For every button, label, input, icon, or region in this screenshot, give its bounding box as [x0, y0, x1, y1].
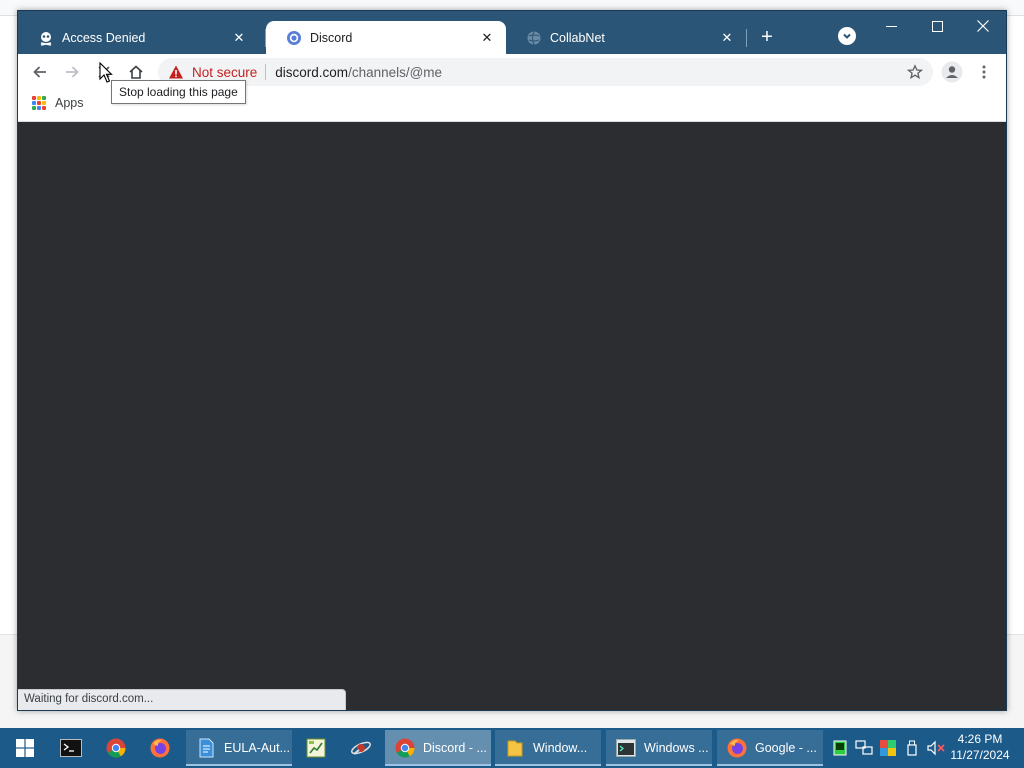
start-button[interactable]	[6, 730, 42, 766]
url-path: /channels/@me	[348, 64, 443, 80]
tab-access-denied[interactable]: Access Denied ✕	[18, 21, 258, 54]
pirate-icon	[38, 30, 54, 46]
url-host: discord.com	[275, 64, 349, 80]
firefox-icon	[150, 738, 170, 758]
tab-separator	[746, 29, 747, 47]
taskbar-item-label: Window...	[533, 741, 588, 755]
chrome-icon	[106, 738, 126, 758]
satellite-icon	[351, 741, 371, 755]
tab-discord[interactable]: Discord ✕	[266, 21, 506, 54]
folder-icon	[505, 738, 525, 758]
profile-button[interactable]	[937, 57, 967, 87]
close-icon	[977, 20, 989, 32]
taskbar-open-indicator	[717, 764, 823, 766]
address-bar[interactable]: Not secure discord.com/channels/@me	[158, 58, 933, 86]
windows-logo-icon	[16, 739, 34, 757]
tray-volume[interactable]	[926, 738, 946, 758]
taskbar-google-firefox[interactable]: Google - ...	[717, 730, 823, 766]
back-button[interactable]	[25, 57, 55, 87]
tray-color-app[interactable]	[878, 738, 898, 758]
taskbar-spreadsheet[interactable]	[296, 730, 336, 766]
omnibox-divider	[265, 64, 267, 80]
maximize-icon	[931, 20, 943, 32]
taskbar-discord-chrome[interactable]: Discord - ...	[385, 730, 491, 766]
document-icon	[196, 738, 216, 758]
windows-taskbar: EULA-Aut... Discord - ... Window... Wind…	[0, 728, 1024, 768]
chevron-down-icon	[843, 33, 851, 39]
browser-window: Access Denied ✕ Discord ✕ CollabNet ✕ +	[17, 10, 1007, 711]
clock-time: 4:26 PM	[957, 732, 1003, 746]
not-secure-label[interactable]: Not secure	[192, 65, 257, 80]
taskbar-open-indicator	[495, 764, 601, 766]
tab-search-button[interactable]	[838, 27, 856, 45]
taskbar-item-label: EULA-Aut...	[224, 741, 290, 755]
network-icon	[855, 740, 873, 755]
apps-shortcut[interactable]: Apps	[32, 96, 84, 110]
taskbar-firefox[interactable]	[140, 730, 180, 766]
volume-muted-icon	[927, 740, 945, 756]
home-icon	[129, 65, 143, 79]
close-icon[interactable]: ✕	[478, 29, 496, 47]
taskbar-terminal[interactable]	[50, 730, 90, 766]
tray-usb[interactable]	[902, 738, 922, 758]
close-window-button[interactable]	[960, 11, 1006, 41]
discord-icon	[286, 30, 302, 46]
taskbar-eula[interactable]: EULA-Aut...	[186, 730, 292, 766]
tab-label: CollabNet	[550, 30, 605, 45]
forward-arrow-icon	[66, 66, 79, 78]
firefox-icon	[727, 738, 747, 758]
taskbar-item-label: Discord - ...	[423, 741, 487, 755]
globe-icon	[526, 30, 542, 46]
tray-network[interactable]	[854, 738, 874, 758]
system-clock[interactable]: 4:26 PM 11/27/2024	[944, 731, 1016, 763]
usb-drive-icon	[907, 740, 917, 756]
clock-date: 11/27/2024	[950, 748, 1010, 762]
status-bubble: Waiting for discord.com...	[18, 689, 346, 710]
back-arrow-icon	[33, 66, 46, 78]
taskbar-chrome[interactable]	[96, 730, 136, 766]
warning-icon	[168, 64, 184, 80]
taskbar-open-indicator	[385, 764, 491, 766]
close-icon[interactable]: ✕	[230, 29, 248, 47]
tab-label: Access Denied	[62, 30, 146, 45]
chrome-icon	[395, 738, 415, 758]
terminal-window-icon	[616, 738, 636, 758]
taskbar-file-explorer[interactable]: Window...	[495, 730, 601, 766]
apps-label: Apps	[55, 96, 84, 110]
tab-label: Discord	[310, 30, 353, 45]
mouse-cursor-icon	[99, 61, 113, 84]
taskbar-satellite-app[interactable]	[340, 730, 380, 766]
minimize-button[interactable]	[868, 11, 914, 41]
taskbar-windows-console[interactable]: Windows ...	[606, 730, 712, 766]
menu-button[interactable]	[969, 57, 999, 87]
stop-loading-tooltip: Stop loading this page	[111, 80, 246, 104]
tab-strip: Access Denied ✕ Discord ✕ CollabNet ✕ +	[18, 11, 1006, 54]
apps-grid-icon	[32, 96, 46, 110]
tab-collabnet[interactable]: CollabNet ✕	[506, 21, 746, 54]
tray-monitor[interactable]	[830, 738, 850, 758]
spreadsheet-icon	[306, 738, 326, 758]
page-content: Waiting for discord.com...	[18, 122, 1006, 710]
maximize-button[interactable]	[914, 11, 960, 41]
taskbar-item-label: Google - ...	[755, 741, 817, 755]
taskbar-open-indicator	[186, 764, 292, 766]
close-icon[interactable]: ✕	[718, 29, 736, 47]
new-tab-button[interactable]: +	[756, 26, 778, 48]
green-monitor-icon	[833, 740, 847, 756]
forward-button[interactable]	[57, 57, 87, 87]
minimize-icon	[885, 25, 897, 27]
bookmark-star-icon[interactable]	[906, 64, 924, 80]
more-vert-icon	[982, 65, 986, 79]
color-palette-icon	[880, 740, 896, 756]
avatar-icon	[941, 61, 963, 83]
taskbar-item-label: Windows ...	[644, 741, 709, 755]
taskbar-open-indicator	[606, 764, 712, 766]
terminal-icon	[60, 739, 82, 757]
